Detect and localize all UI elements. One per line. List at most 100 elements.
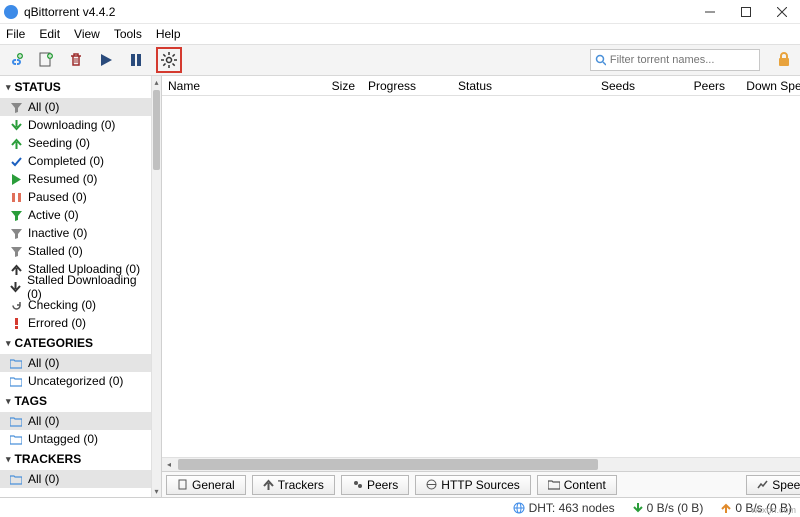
- add-link-button[interactable]: [6, 50, 26, 70]
- chevron-down-icon: ▾: [6, 338, 11, 349]
- menu-view[interactable]: View: [74, 27, 100, 41]
- down-arrow-icon: [633, 503, 643, 513]
- menubar: File Edit View Tools Help: [0, 24, 800, 44]
- pause-icon: [10, 192, 22, 203]
- close-button[interactable]: [776, 6, 788, 18]
- sidebar-item[interactable]: Untagged (0): [0, 430, 151, 448]
- check-icon: [10, 156, 22, 167]
- sidebar-item-label: Downloading (0): [28, 118, 115, 132]
- chart-icon: [757, 479, 768, 490]
- sidebar-item-label: All (0): [28, 356, 59, 370]
- sidebar-item-label: All (0): [28, 472, 59, 486]
- app-icon: [4, 5, 18, 19]
- sidebar-item[interactable]: Active (0): [0, 206, 151, 224]
- sidebar-item-label: Active (0): [28, 208, 79, 222]
- sidebar-item[interactable]: Downloading (0): [0, 116, 151, 134]
- folder-icon: [10, 416, 22, 427]
- sidebar-scrollbar[interactable]: ▴ ▾: [151, 76, 161, 497]
- down-icon: [10, 282, 21, 293]
- menu-edit[interactable]: Edit: [39, 27, 60, 41]
- sidebar-item[interactable]: Paused (0): [0, 188, 151, 206]
- maximize-button[interactable]: [740, 6, 752, 18]
- sidebar-item[interactable]: Inactive (0): [0, 224, 151, 242]
- column-header[interactable]: Size: [312, 79, 362, 93]
- filter-icon: [10, 246, 22, 257]
- tab-http-sources[interactable]: HTTP Sources: [415, 475, 530, 495]
- sidebar-item[interactable]: All (0): [0, 98, 151, 116]
- sidebar-item-label: Completed (0): [28, 154, 104, 168]
- up-arrow-icon: [721, 503, 731, 513]
- sidebar-item[interactable]: All (0): [0, 470, 151, 488]
- menu-file[interactable]: File: [6, 27, 25, 41]
- sidebar-item[interactable]: Stalled (0): [0, 242, 151, 260]
- reload-icon: [10, 300, 22, 311]
- resume-button[interactable]: [96, 50, 116, 70]
- up-icon: [263, 479, 274, 490]
- section-status[interactable]: ▾STATUS: [0, 76, 151, 98]
- add-file-button[interactable]: [36, 50, 56, 70]
- column-header[interactable]: Status: [452, 79, 572, 93]
- section-trackers[interactable]: ▾TRACKERS: [0, 448, 151, 470]
- sidebar: ▾STATUSAll (0)Downloading (0)Seeding (0)…: [0, 76, 151, 497]
- sidebar-item[interactable]: Errored (0): [0, 314, 151, 332]
- down-icon: [10, 120, 22, 131]
- globe-icon: [513, 502, 525, 514]
- sidebar-item-label: Errored (0): [28, 316, 86, 330]
- search-input[interactable]: [610, 54, 755, 66]
- doc-icon: [177, 479, 188, 490]
- sidebar-item[interactable]: Uncategorized (0): [0, 372, 151, 390]
- lock-button[interactable]: [776, 51, 794, 69]
- delete-button[interactable]: [66, 50, 86, 70]
- filter-icon: [10, 102, 22, 113]
- horizontal-scrollbar[interactable]: ◂ ▸: [162, 457, 800, 471]
- status-dht[interactable]: DHT: 463 nodes: [513, 501, 615, 515]
- titlebar: qBittorrent v4.4.2: [0, 0, 800, 24]
- pause-button[interactable]: [126, 50, 146, 70]
- sidebar-item[interactable]: Resumed (0): [0, 170, 151, 188]
- sidebar-item[interactable]: Stalled Downloading (0): [0, 278, 151, 296]
- column-header[interactable]: Peers: [642, 79, 732, 93]
- statusbar: DHT: 463 nodes 0 B/s (0 B) 0 B/s (0 B): [0, 497, 800, 517]
- window-title: qBittorrent v4.4.2: [24, 5, 704, 19]
- sidebar-item-label: Seeding (0): [28, 136, 90, 150]
- chevron-down-icon: ▾: [6, 454, 11, 465]
- column-header[interactable]: Seeds: [572, 79, 642, 93]
- tab-trackers[interactable]: Trackers: [252, 475, 335, 495]
- status-download[interactable]: 0 B/s (0 B): [633, 501, 704, 515]
- sidebar-item-label: Checking (0): [28, 298, 96, 312]
- torrent-list[interactable]: [162, 96, 800, 457]
- chevron-down-icon: ▾: [6, 396, 11, 407]
- folder-icon: [10, 358, 22, 369]
- column-header[interactable]: Progress: [362, 79, 452, 93]
- tab-peers[interactable]: Peers: [341, 475, 409, 495]
- section-tags[interactable]: ▾TAGS: [0, 390, 151, 412]
- tab-speed[interactable]: Speed: [746, 475, 800, 495]
- tab-content[interactable]: Content: [537, 475, 617, 495]
- sidebar-item-label: Inactive (0): [28, 226, 87, 240]
- watermark: wsxdn.com: [751, 505, 796, 515]
- folder-icon: [10, 474, 22, 485]
- column-header[interactable]: Down Speed: [732, 79, 800, 93]
- sidebar-item[interactable]: Seeding (0): [0, 134, 151, 152]
- sidebar-item-label: Uncategorized (0): [28, 374, 123, 388]
- tab-general[interactable]: General: [166, 475, 246, 495]
- sidebar-item-label: Paused (0): [28, 190, 87, 204]
- up-icon: [10, 138, 22, 149]
- menu-help[interactable]: Help: [156, 27, 181, 41]
- folder-icon: [548, 479, 560, 490]
- globe-icon: [426, 479, 437, 490]
- sidebar-item[interactable]: All (0): [0, 412, 151, 430]
- filter-icon: [10, 228, 22, 239]
- sidebar-item[interactable]: Completed (0): [0, 152, 151, 170]
- menu-tools[interactable]: Tools: [114, 27, 142, 41]
- toolbar: [0, 44, 800, 76]
- sidebar-item[interactable]: All (0): [0, 354, 151, 372]
- sidebar-item-label: Untagged (0): [28, 432, 98, 446]
- search-box[interactable]: [590, 49, 760, 71]
- settings-button[interactable]: [156, 47, 182, 73]
- section-categories[interactable]: ▾CATEGORIES: [0, 332, 151, 354]
- folder-icon: [10, 434, 22, 445]
- column-header[interactable]: Name: [162, 79, 312, 93]
- minimize-button[interactable]: [704, 6, 716, 18]
- detail-tabs: General Trackers Peers HTTP Sources Content S…: [162, 471, 800, 497]
